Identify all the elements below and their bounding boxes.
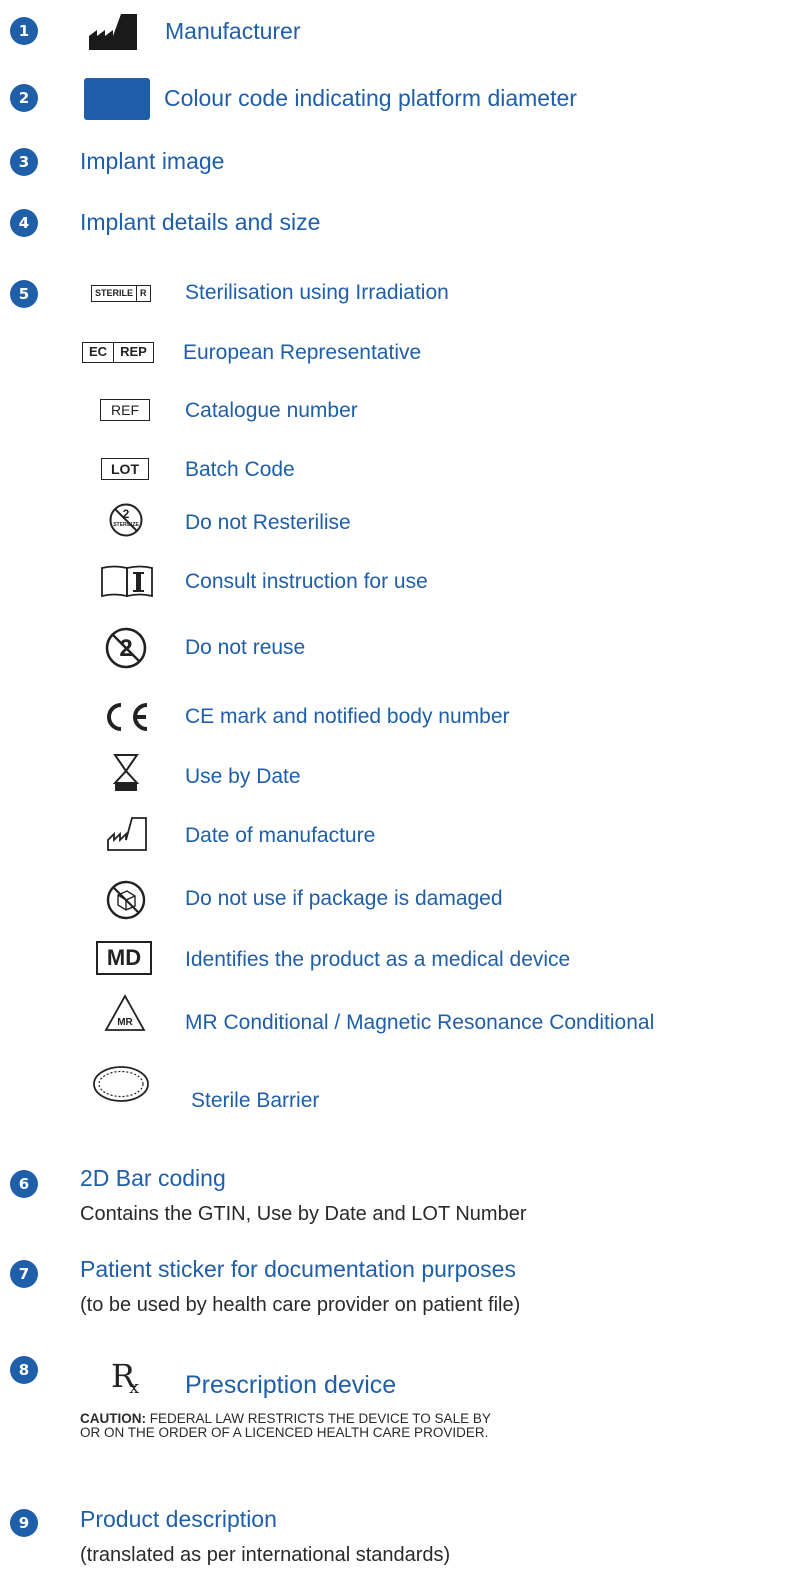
symbol-label: Do not reuse (185, 636, 306, 659)
damaged-package-icon (105, 879, 147, 921)
symbol-label: Identifies the product as a medical devi… (185, 948, 571, 971)
sterile-r-icon: STERILE R (91, 285, 151, 302)
caution-line-1: CAUTION: FEDERAL LAW RESTRICTS THE DEVIC… (80, 1411, 491, 1426)
date-of-manufacture-icon (106, 816, 148, 852)
ec-rep-icon: EC REP (82, 342, 154, 363)
symbol-label: Catalogue number (185, 399, 358, 422)
rep-text: REP (120, 344, 147, 359)
sterile-r-text: R (140, 288, 147, 298)
symbol-label: Do not use if package is damaged (185, 887, 503, 910)
item-number-badge: 8 (10, 1356, 38, 1384)
item-label: Patient sticker for documentation purpos… (80, 1256, 516, 1282)
item-number-badge: 4 (10, 209, 38, 237)
manufacturer-icon (89, 14, 137, 50)
symbol-label: Use by Date (185, 765, 301, 788)
item-number-badge: 3 (10, 148, 38, 176)
item-number-badge: 1 (10, 17, 38, 45)
mr-text: MR (117, 1017, 133, 1028)
sterile-text: STERILE (92, 286, 138, 301)
do-not-resterilise-icon: 2 STERILIZE (108, 502, 144, 538)
do-not-resterilise-number: 2 (123, 507, 130, 521)
caution-line-1-text: FEDERAL LAW RESTRICTS THE DEVICE TO SALE… (146, 1411, 491, 1426)
svg-text:x: x (129, 1377, 139, 1395)
item-label: Sterilisation using Irradiation (185, 281, 449, 304)
item-label: Implant image (80, 148, 225, 174)
item-sublabel: (translated as per international standar… (80, 1544, 451, 1566)
ec-text: EC (83, 343, 115, 362)
item-label: Prescription device (185, 1371, 397, 1399)
rx-icon: R x (111, 1357, 151, 1395)
item-number-badge: 9 (10, 1509, 38, 1537)
item-label: 2D Bar coding (80, 1165, 226, 1191)
mr-conditional-icon: MR (103, 993, 147, 1033)
item-label: Implant details and size (80, 209, 321, 235)
ce-mark-icon (99, 702, 151, 732)
do-not-reuse-number: 2 (119, 635, 132, 662)
colour-code-swatch (84, 78, 150, 120)
item-label: Manufacturer (165, 18, 301, 44)
consult-ifu-icon (100, 562, 154, 598)
symbol-label: Sterile Barrier (191, 1089, 320, 1112)
symbol-label: Do not Resterilise (185, 511, 351, 534)
caution-line-2: OR ON THE ORDER OF A LICENCED HEALTH CAR… (80, 1425, 489, 1441)
item-number-badge: 7 (10, 1260, 38, 1288)
item-sublabel: (to be used by health care provider on p… (80, 1294, 521, 1316)
item-label: Colour code indicating platform diameter (164, 85, 577, 111)
sterile-barrier-icon (92, 1064, 150, 1104)
item-number-badge: 2 (10, 84, 38, 112)
item-number-badge: 5 (10, 280, 38, 308)
caution-text: CAUTION: FEDERAL LAW RESTRICTS THE DEVIC… (80, 1411, 491, 1441)
item-label: Product description (80, 1506, 277, 1532)
symbol-label: European Representative (183, 341, 422, 364)
do-not-reuse-icon: 2 (104, 626, 148, 670)
ref-icon: REF (100, 399, 150, 421)
symbol-label: Consult instruction for use (185, 570, 428, 593)
symbol-label: MR Conditional / Magnetic Resonance Cond… (185, 1011, 655, 1034)
caution-title: CAUTION: (80, 1411, 146, 1426)
medical-device-icon: MD (96, 941, 152, 975)
symbol-label: Batch Code (185, 458, 295, 481)
item-number-badge: 6 (10, 1170, 38, 1198)
symbol-label: Date of manufacture (185, 824, 376, 847)
symbol-label: CE mark and notified body number (185, 705, 510, 728)
use-by-date-icon (113, 753, 139, 793)
item-sublabel: Contains the GTIN, Use by Date and LOT N… (80, 1203, 527, 1225)
lot-icon: LOT (101, 458, 149, 480)
do-not-resterilise-text: STERILIZE (113, 522, 139, 528)
